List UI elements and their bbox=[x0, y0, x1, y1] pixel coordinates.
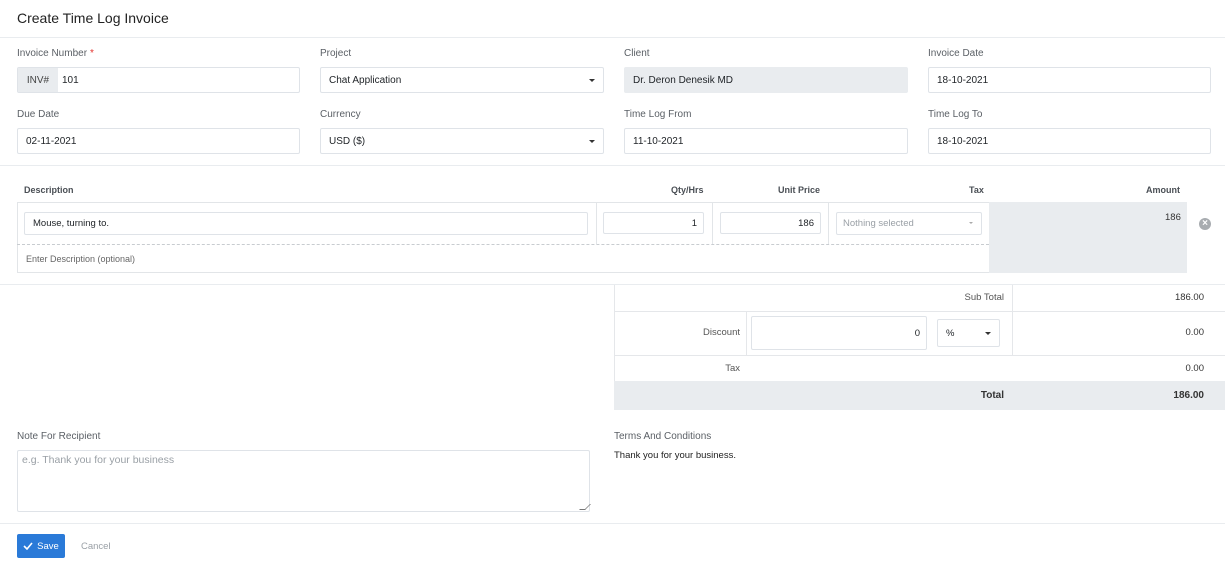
currency-label: Currency bbox=[320, 109, 361, 120]
col-description-header: Description bbox=[24, 185, 74, 195]
item-note-input[interactable]: Enter Description (optional) bbox=[26, 254, 135, 264]
resize-grip-icon[interactable] bbox=[579, 504, 591, 510]
required-mark: * bbox=[90, 48, 94, 59]
col-tax-header: Tax bbox=[969, 185, 984, 195]
item-amount: 186 bbox=[1165, 212, 1181, 223]
invoice-number-label: Invoice Number * bbox=[17, 48, 94, 59]
cancel-button[interactable]: Cancel bbox=[81, 541, 111, 552]
totals-col-divider bbox=[1012, 285, 1013, 355]
time-log-to-label: Time Log To bbox=[928, 109, 983, 120]
tax-total-value: 0.00 bbox=[1185, 363, 1205, 374]
invoice-number-prefix: INV# bbox=[18, 68, 58, 92]
divider bbox=[614, 355, 1225, 356]
discount-type-select[interactable]: % bbox=[937, 319, 1000, 347]
col-amount-header: Amount bbox=[1146, 185, 1180, 195]
time-log-from-value: 11-10-2021 bbox=[633, 135, 684, 147]
note-label: Note For Recipient bbox=[17, 431, 101, 442]
chevron-down-icon bbox=[589, 79, 595, 82]
terms-label: Terms And Conditions bbox=[614, 431, 712, 442]
discount-label: Discount bbox=[703, 327, 740, 338]
totals-col-divider bbox=[746, 311, 747, 355]
terms-text: Thank you for your business. bbox=[614, 450, 736, 461]
check-icon bbox=[23, 542, 33, 550]
chevron-down-icon bbox=[589, 140, 595, 143]
chevron-down-icon bbox=[985, 332, 991, 335]
divider bbox=[614, 311, 1225, 312]
invoice-date-field[interactable]: 18-10-2021 bbox=[928, 67, 1211, 93]
due-date-value: 02-11-2021 bbox=[26, 135, 77, 147]
section-divider bbox=[0, 165, 1225, 166]
dashed-divider bbox=[17, 244, 989, 245]
note-textarea[interactable]: e.g. Thank you for your business bbox=[17, 450, 591, 512]
currency-value: USD ($) bbox=[329, 135, 366, 147]
tax-select[interactable]: Nothing selected bbox=[836, 212, 982, 235]
remove-item-icon[interactable]: × bbox=[1199, 218, 1211, 230]
time-log-from-field[interactable]: 11-10-2021 bbox=[624, 128, 908, 154]
due-date-label: Due Date bbox=[17, 109, 60, 120]
total-label: Total bbox=[980, 390, 1004, 401]
project-label: Project bbox=[320, 48, 352, 59]
total-value: 186.00 bbox=[1173, 390, 1204, 401]
col-unit-price-header: Unit Price bbox=[778, 185, 821, 195]
client-label: Client bbox=[624, 48, 650, 59]
footer-divider bbox=[0, 523, 1225, 524]
qty-input[interactable]: 1 bbox=[603, 212, 704, 234]
subtotal-value: 186.00 bbox=[1174, 292, 1204, 303]
invoice-date-label: Invoice Date bbox=[928, 48, 984, 59]
subtotal-label: Sub Total bbox=[964, 292, 1004, 303]
amount-cell bbox=[989, 202, 1187, 273]
unit-price-input[interactable]: 186 bbox=[720, 212, 821, 234]
time-log-to-field[interactable]: 18-10-2021 bbox=[928, 128, 1211, 154]
project-select[interactable]: Chat Application bbox=[320, 67, 604, 93]
page-title: Create Time Log Invoice bbox=[17, 10, 169, 26]
cell-divider bbox=[596, 202, 597, 244]
discount-input[interactable]: 0 bbox=[751, 316, 927, 350]
due-date-field[interactable]: 02-11-2021 bbox=[17, 128, 300, 154]
client-field: Dr. Deron Denesik MD bbox=[624, 67, 908, 93]
project-value: Chat Application bbox=[329, 74, 402, 86]
cell-divider bbox=[828, 202, 829, 244]
invoice-number-field[interactable]: INV# 101 bbox=[17, 67, 300, 93]
item-description-input[interactable]: Mouse, turning to. bbox=[24, 212, 588, 235]
header-divider bbox=[0, 37, 1225, 38]
invoice-number-value: 101 bbox=[62, 74, 79, 86]
chevron-down-icon bbox=[969, 222, 973, 224]
client-value: Dr. Deron Denesik MD bbox=[633, 74, 734, 86]
cell-divider bbox=[712, 202, 713, 244]
invoice-date-value: 18-10-2021 bbox=[937, 74, 989, 86]
time-log-to-value: 18-10-2021 bbox=[937, 135, 989, 147]
col-qty-header: Qty/Hrs bbox=[671, 185, 704, 195]
section-divider bbox=[0, 284, 1225, 285]
save-button[interactable]: Save bbox=[17, 534, 65, 558]
discount-value: 0.00 bbox=[1185, 327, 1205, 338]
tax-total-label: Tax bbox=[725, 363, 740, 374]
currency-select[interactable]: USD ($) bbox=[320, 128, 604, 154]
time-log-from-label: Time Log From bbox=[624, 109, 692, 120]
